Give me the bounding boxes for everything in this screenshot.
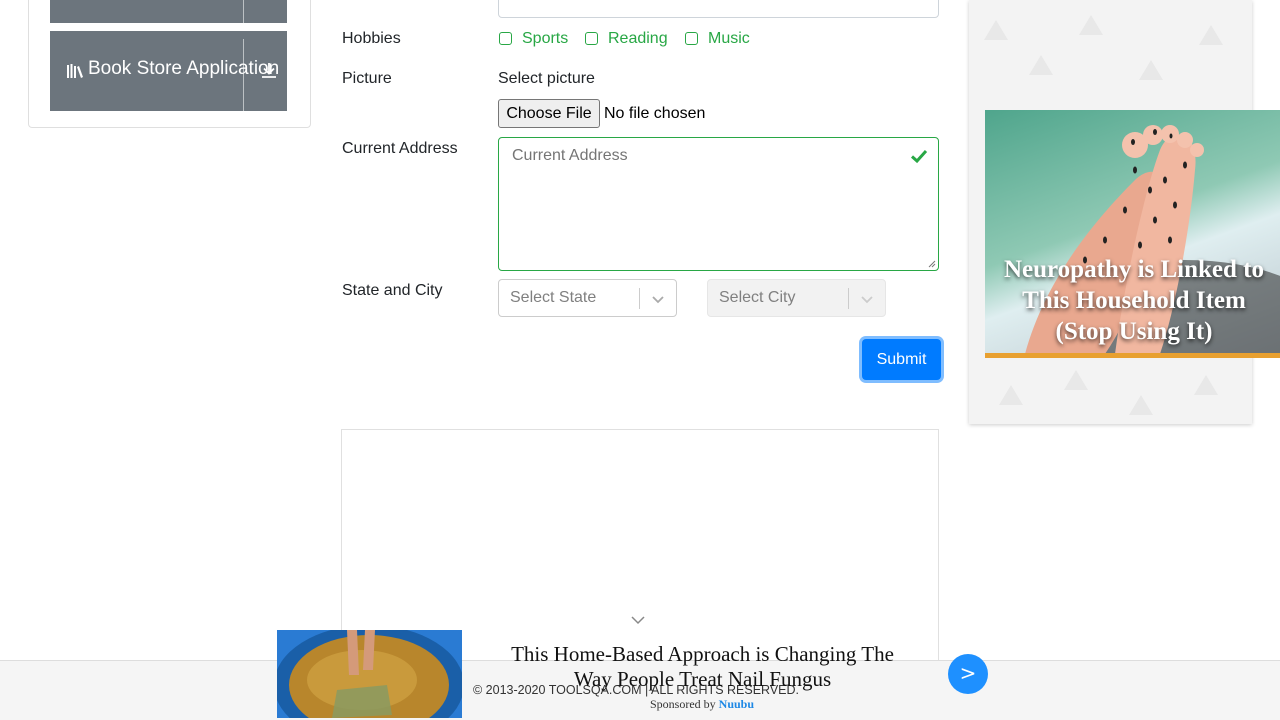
sidebar-item-divider <box>243 39 244 111</box>
picture-label: Picture <box>342 70 392 87</box>
music-checkbox-label[interactable]: Music <box>708 30 750 48</box>
book-store-icon <box>67 64 83 78</box>
sidebar-item-previous[interactable] <box>50 0 287 23</box>
valid-check-icon <box>910 149 928 164</box>
sidebar-item-book-store[interactable]: Book Store Application <box>50 31 287 111</box>
music-checkbox[interactable] <box>685 32 698 45</box>
download-icon[interactable] <box>259 60 279 80</box>
sports-checkbox[interactable] <box>499 32 512 45</box>
reading-checkbox[interactable] <box>585 32 598 45</box>
state-select-placeholder: Select State <box>510 289 597 306</box>
sponsor-link[interactable]: Nuubu <box>719 697 754 711</box>
sports-checkbox-label[interactable]: Sports <box>522 30 568 48</box>
state-select[interactable]: Select State <box>498 279 677 317</box>
current-address-label: Current Address <box>342 140 458 157</box>
hobbies-label: Hobbies <box>342 30 401 47</box>
state-city-label: State and City <box>342 282 443 299</box>
basin-illustration <box>277 630 462 718</box>
next-ad-button[interactable]: > <box>948 654 988 694</box>
select-separator <box>848 288 849 309</box>
sponsored-prefix: Sponsored by <box>650 697 716 711</box>
current-address-placeholder: Current Address <box>512 147 628 164</box>
sidebar-item-label: Book Store Application <box>88 58 280 79</box>
city-select-placeholder: Select City <box>719 289 796 306</box>
collapse-chevron-icon[interactable] <box>630 614 646 626</box>
choose-file-button[interactable]: Choose File <box>498 99 600 128</box>
submit-button[interactable]: Submit <box>862 339 941 380</box>
subjects-input[interactable] <box>498 0 939 18</box>
select-picture-text: Select picture <box>498 70 595 87</box>
ad-accent-bar <box>985 353 1280 358</box>
resize-grip-icon[interactable] <box>928 260 936 268</box>
city-select[interactable]: Select City <box>707 279 886 317</box>
select-separator <box>639 288 640 309</box>
right-ad-headline[interactable]: Neuropathy is Linked to This Household I… <box>992 254 1276 347</box>
bottom-ad-headline[interactable]: This Home-Based Approach is Changing The… <box>495 642 910 692</box>
sponsored-text: Sponsored by Nuubu <box>650 697 754 712</box>
bottom-ad-image[interactable] <box>277 630 462 718</box>
current-address-textarea[interactable]: Current Address <box>498 137 939 271</box>
file-status-text: No file chosen <box>604 105 706 122</box>
chevron-down-icon[interactable] <box>650 291 666 307</box>
reading-checkbox-label[interactable]: Reading <box>608 30 668 48</box>
sidebar-item-divider <box>243 0 244 23</box>
chevron-down-icon[interactable] <box>859 291 875 307</box>
